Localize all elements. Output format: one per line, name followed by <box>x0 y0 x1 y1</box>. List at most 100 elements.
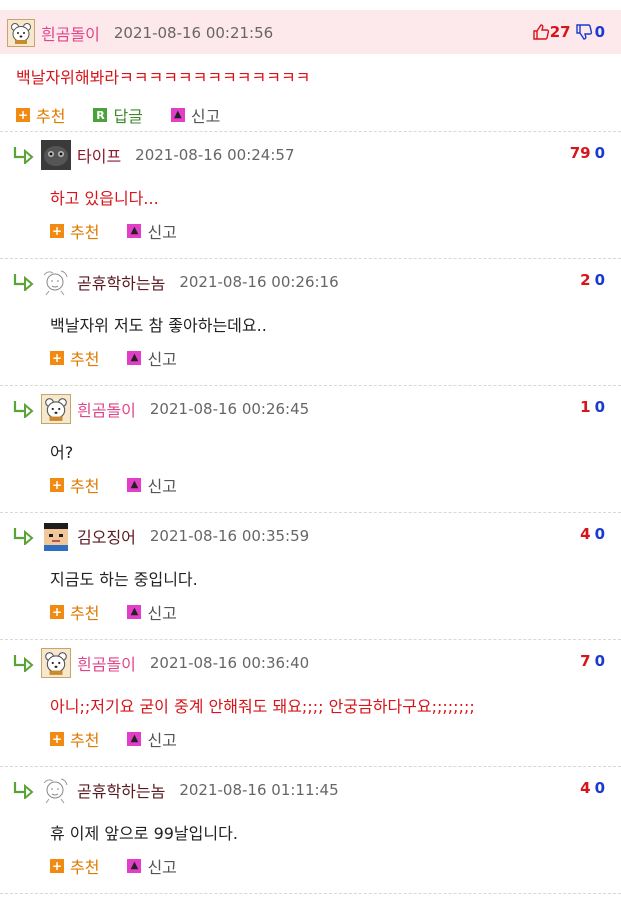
comment-actions: + 추천 R 답글 ▲ 신고 <box>16 103 248 127</box>
bear-avatar-icon <box>45 398 67 421</box>
reply-arrow-icon <box>13 782 34 799</box>
r-icon: R <box>93 108 108 122</box>
comment-body: 어? <box>50 443 74 462</box>
downvote-count: 0 <box>594 144 605 162</box>
recommend-button[interactable]: + 추천 <box>50 600 99 624</box>
timestamp: 2021-08-16 01:11:45 <box>179 781 339 799</box>
report-label: 신고 <box>147 223 177 242</box>
comment-body: 하고 있읍니다... <box>50 189 159 208</box>
thumbs-down-icon[interactable] <box>575 23 593 41</box>
reply-item: 곧휴학하는놈 2021-08-16 00:26:16 2 0 백날자위 저도 참… <box>0 259 621 386</box>
report-button[interactable]: ▲ 신고 <box>170 103 221 127</box>
report-button[interactable]: ▲ 신고 <box>127 219 177 243</box>
report-button[interactable]: ▲ 신고 <box>127 727 177 751</box>
recommend-label: 추천 <box>70 223 100 242</box>
plus-icon: + <box>50 351 64 365</box>
upvote-count: 4 <box>580 525 591 543</box>
cat-avatar-icon <box>41 140 71 170</box>
vote-counts: 7 0 <box>580 640 605 682</box>
downvote-count: 0 <box>594 398 605 416</box>
avatar[interactable] <box>41 775 71 805</box>
report-label: 신고 <box>147 731 177 750</box>
plus-icon: + <box>50 732 64 746</box>
report-button[interactable]: ▲ 신고 <box>127 600 177 624</box>
recommend-label: 추천 <box>70 858 100 877</box>
avatar[interactable] <box>41 140 71 170</box>
siren-icon: ▲ <box>127 224 142 238</box>
nickname[interactable]: 흰곰돌이 <box>41 21 100 45</box>
avatar[interactable] <box>7 19 35 47</box>
vote-counts: 79 0 <box>570 132 605 174</box>
downvote-count: 0 <box>594 271 605 289</box>
recommend-button[interactable]: + 추천 <box>50 727 99 751</box>
timestamp: 2021-08-16 00:21:56 <box>113 24 274 42</box>
siren-icon: ▲ <box>127 351 142 365</box>
plus-icon: + <box>50 605 64 619</box>
report-button[interactable]: ▲ 신고 <box>127 854 177 878</box>
reply-item: 김오징어 2021-08-16 00:35:59 4 0 지금도 하는 중입니다… <box>0 513 621 640</box>
downvote-count: 0 <box>594 652 605 670</box>
comment-header: 김오징어 2021-08-16 00:35:59 4 0 <box>0 513 621 555</box>
siren-icon: ▲ <box>127 859 142 873</box>
comment-actions: + 추천 ▲ 신고 <box>50 727 205 751</box>
timestamp: 2021-08-16 00:26:16 <box>179 273 339 291</box>
comment-header: 타이프 2021-08-16 00:24:57 79 0 <box>0 132 621 174</box>
upvote-count: 27 <box>549 23 571 41</box>
vote-counts: 4 0 <box>580 513 605 555</box>
reply-button[interactable]: R 답글 <box>93 103 143 127</box>
comment-body: 아니;;저기요 굳이 중계 안해줘도 돼요;;;; 안궁금하다구요;;;;;;;… <box>50 697 475 716</box>
recommend-button[interactable]: + 추천 <box>16 103 65 127</box>
comment-body: 백날자위해봐라ㅋㅋㅋㅋㅋㅋㅋㅋㅋㅋㅋㅋㅋ <box>16 68 311 87</box>
nickname[interactable]: 흰곰돌이 <box>77 651 136 675</box>
upvote-count: 4 <box>580 779 591 797</box>
nickname[interactable]: 흰곰돌이 <box>77 397 136 421</box>
timestamp: 2021-08-16 00:36:40 <box>149 654 310 672</box>
report-label: 신고 <box>147 350 177 369</box>
comment-header: 곧휴학하는놈 2021-08-16 01:11:45 4 0 <box>0 767 621 809</box>
nickname[interactable]: 곧휴학하는놈 <box>77 270 165 294</box>
reply-arrow-icon <box>13 401 34 418</box>
nickname[interactable]: 김오징어 <box>77 524 136 548</box>
nickname[interactable]: 타이프 <box>77 143 121 167</box>
downvote-count: 0 <box>594 23 605 41</box>
plus-icon: + <box>50 224 64 238</box>
plus-icon: + <box>50 478 64 492</box>
thumbs-up-icon[interactable] <box>532 23 550 41</box>
reply-item: 흰곰돌이 2021-08-16 00:26:45 1 0 어? + 추천 ▲ 신… <box>0 386 621 513</box>
recommend-button[interactable]: + 추천 <box>50 473 99 497</box>
reply-arrow-icon <box>13 274 34 291</box>
bear-avatar-icon <box>45 652 67 675</box>
recommend-label: 추천 <box>70 477 100 496</box>
avatar[interactable] <box>41 648 71 678</box>
nickname[interactable]: 곧휴학하는놈 <box>77 778 165 802</box>
comment-header: 흰곰돌이 2021-08-16 00:26:45 1 0 <box>0 386 621 428</box>
report-label: 신고 <box>147 477 177 496</box>
reply-arrow-icon <box>13 655 34 672</box>
comment-actions: + 추천 ▲ 신고 <box>50 473 205 497</box>
avatar[interactable] <box>41 394 71 424</box>
report-button[interactable]: ▲ 신고 <box>127 473 177 497</box>
reply-label: 답글 <box>113 107 143 126</box>
siren-icon: ▲ <box>127 605 142 619</box>
upvote-count: 1 <box>580 398 591 416</box>
comment-body: 휴 이제 앞으로 99날입니다. <box>50 824 238 843</box>
recommend-button[interactable]: + 추천 <box>50 854 99 878</box>
comment-body: 지금도 하는 중입니다. <box>50 570 198 589</box>
plus-icon: + <box>50 859 64 873</box>
reply-item: 흰곰돌이 2021-08-16 00:36:40 7 0 아니;;저기요 굳이 … <box>0 640 621 767</box>
downvote-count: 0 <box>594 779 605 797</box>
downvote-count: 0 <box>594 525 605 543</box>
report-button[interactable]: ▲ 신고 <box>127 346 177 370</box>
comment-item: 흰곰돌이 2021-08-16 00:21:56 27 0 백날자위해봐라ㅋㅋㅋ… <box>0 0 621 132</box>
upvote-count: 7 <box>580 652 591 670</box>
vote-counts: 1 0 <box>580 386 605 428</box>
pixel-face-avatar-icon <box>44 523 68 551</box>
recommend-button[interactable]: + 추천 <box>50 346 99 370</box>
avatar[interactable] <box>41 521 71 551</box>
report-label: 신고 <box>147 858 177 877</box>
recommend-button[interactable]: + 추천 <box>50 219 99 243</box>
avatar[interactable] <box>41 267 71 297</box>
sketch-avatar-icon <box>43 270 68 296</box>
divider <box>0 893 621 894</box>
report-label: 신고 <box>190 107 221 126</box>
